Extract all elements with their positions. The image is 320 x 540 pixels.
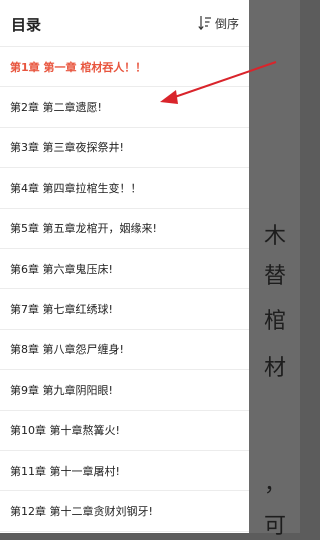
reader-text-char: 可 (263, 514, 286, 539)
chapter-item-4[interactable]: 第4章 第四章拉棺生变！！ (0, 168, 249, 209)
chapter-item-6[interactable]: 第6章 第六章鬼压床! (0, 249, 249, 290)
table-of-contents-drawer: 目录 倒序 第1章 第一章 棺材吞人！！ 第2章 第二章遗愿! 第3章 第三章夜… (0, 0, 249, 533)
chapter-item-8[interactable]: 第8章 第八章怨尸缠身! (0, 330, 249, 371)
chapter-item-9[interactable]: 第9章 第九章阴阳眼! (0, 370, 249, 411)
chapter-item-1[interactable]: 第1章 第一章 棺材吞人！！ (0, 47, 249, 88)
chapter-item-2[interactable]: 第2章 第二章遗愿! (0, 87, 249, 128)
chapter-item-12[interactable]: 第12章 第十二章贪财刘钢牙! (0, 491, 249, 532)
chapter-label: 第3章 第三章夜探祭井! (10, 141, 124, 155)
chapter-label: 第5章 第五章龙棺开，姻缘来! (10, 222, 157, 236)
chapter-label: 第12章 第十二章贪财刘钢牙! (10, 504, 153, 518)
chapter-label: 第6章 第六章鬼压床! (10, 262, 113, 276)
reader-text-char: 替 (263, 264, 286, 289)
reader-text-char: 棺 (263, 309, 286, 334)
sort-label: 倒序 (214, 16, 239, 31)
chapter-label: 第11章 第十一章屠村! (10, 464, 120, 478)
reader-text-char: ， (263, 472, 286, 497)
chapter-label: 第4章 第四章拉棺生变！！ (10, 181, 142, 195)
chapter-label: 第7章 第七章红绣球! (10, 303, 113, 317)
reader-text-char: 材 (263, 356, 286, 381)
chapter-item-5[interactable]: 第5章 第五章龙棺开，姻缘来! (0, 209, 249, 249)
chapter-label: 第8章 第八章怨尸缠身! (10, 343, 124, 357)
drawer-title: 目录 (11, 16, 42, 34)
reverse-order-button[interactable]: 倒序 (198, 13, 239, 33)
chapter-item-3[interactable]: 第3章 第三章夜探祭井! (0, 128, 249, 169)
chapter-label: 第10章 第十章熬篝火! (10, 424, 120, 438)
drawer-header: 目录 倒序 (0, 0, 249, 47)
chapter-item-7[interactable]: 第7章 第七章红绣球! (0, 289, 249, 330)
reader-text-char: 木 (263, 224, 286, 249)
chapter-label: 第1章 第一章 棺材吞人！！ (10, 60, 147, 74)
chapter-item-11[interactable]: 第11章 第十一章屠村! (0, 451, 249, 492)
chapter-label: 第9章 第九章阴阳眼! (10, 383, 113, 397)
chapter-label: 第2章 第二章遗愿! (10, 101, 102, 115)
chapter-list: 第1章 第一章 棺材吞人！！ 第2章 第二章遗愿! 第3章 第三章夜探祭井! 第… (0, 47, 249, 532)
chapter-item-10[interactable]: 第10章 第十章熬篝火! (0, 411, 249, 451)
sort-descending-icon (198, 16, 211, 31)
